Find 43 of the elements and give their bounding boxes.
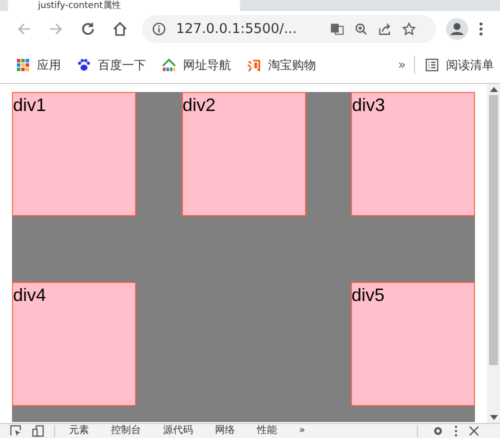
more-icon[interactable] bbox=[454, 425, 458, 437]
bookmark[interactable]: 淘宝购物 bbox=[247, 56, 316, 74]
translate-icon[interactable] bbox=[330, 22, 344, 36]
flex-item: div4 bbox=[12, 282, 136, 406]
flex-item: div3 bbox=[351, 92, 475, 216]
bookmark[interactable]: 百度一下 bbox=[77, 56, 146, 74]
devtools-tab[interactable]: 性能 bbox=[257, 425, 277, 437]
browser-tab[interactable]: justify-content属性 bbox=[8, 0, 240, 11]
scrollbar[interactable] bbox=[487, 84, 500, 423]
devtools-tab[interactable]: 源代码 bbox=[163, 425, 193, 437]
apps-icon bbox=[16, 58, 30, 72]
tab-title: justify-content属性 bbox=[38, 1, 121, 11]
devtools-tab[interactable]: » bbox=[299, 425, 306, 437]
zoom-icon[interactable] bbox=[354, 22, 368, 36]
share-icon[interactable] bbox=[378, 22, 392, 36]
scrollbar-thumb[interactable] bbox=[489, 95, 498, 365]
close-icon[interactable] bbox=[468, 425, 480, 437]
url-text: 127.0.0.1:5500/... bbox=[176, 21, 298, 37]
flex-item: div2 bbox=[182, 92, 306, 216]
paw-icon bbox=[77, 58, 91, 72]
home-icon[interactable] bbox=[112, 21, 128, 37]
flex-item: div1 bbox=[12, 92, 136, 216]
profile-icon[interactable] bbox=[446, 18, 468, 40]
reading-list-button[interactable]: 阅读清单 bbox=[425, 56, 494, 74]
star-icon[interactable] bbox=[402, 22, 416, 36]
list-icon bbox=[425, 58, 439, 72]
menu-icon[interactable] bbox=[478, 21, 484, 37]
flex-item: div5 bbox=[350, 282, 474, 406]
devtools-tab[interactable]: 控制台 bbox=[111, 425, 141, 437]
bookmark[interactable]: 网址导航 bbox=[162, 56, 231, 74]
bookmark[interactable]: 应用 bbox=[16, 56, 61, 74]
info-icon[interactable] bbox=[152, 22, 166, 36]
scroll-up-icon[interactable] bbox=[490, 87, 498, 92]
scroll-down-icon[interactable] bbox=[490, 415, 498, 420]
settings-icon[interactable] bbox=[432, 425, 444, 437]
address-bar[interactable]: 127.0.0.1:5500/... bbox=[142, 15, 436, 43]
house-icon bbox=[162, 58, 176, 72]
more-bookmarks-button[interactable]: » bbox=[398, 58, 406, 72]
reload-icon[interactable] bbox=[80, 21, 96, 37]
inspect-icon[interactable] bbox=[10, 425, 22, 437]
devtools-tab[interactable]: 网络 bbox=[215, 425, 235, 437]
devtools-tab[interactable]: 元素 bbox=[69, 425, 89, 437]
device-icon[interactable] bbox=[32, 425, 44, 437]
